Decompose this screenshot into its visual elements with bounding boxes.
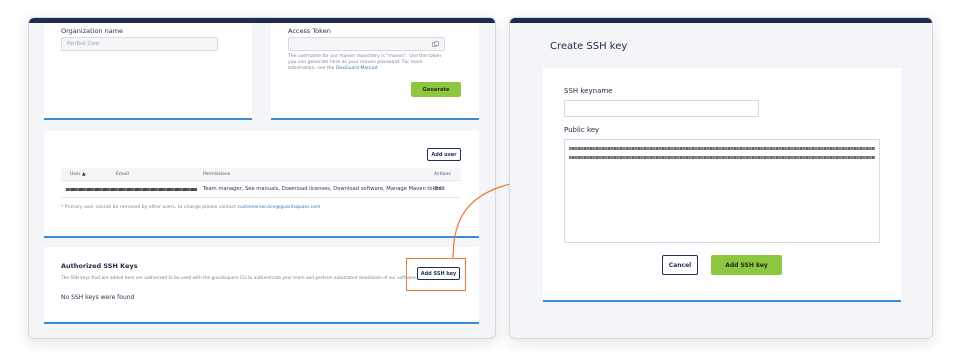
access-token-help: The username for our maven repository is… — [288, 54, 458, 73]
form-accent-line — [543, 300, 901, 302]
modal-title: Create SSH key — [550, 41, 628, 52]
row-permissions: Team manager, See manuals, Download lice… — [203, 186, 442, 192]
edit-user-link[interactable]: Edit — [435, 186, 445, 192]
public-key-textarea[interactable] — [564, 139, 880, 243]
ssh-keys-empty-text: No SSH keys were found — [61, 294, 135, 301]
add-user-button[interactable]: Add user — [427, 148, 461, 161]
dexguard-manual-link[interactable]: DexGuard Manual — [336, 66, 377, 71]
card-accent-line — [44, 322, 479, 324]
right-window: Create SSH key SSH keyname Public key Ca… — [509, 17, 933, 339]
window-topbar — [510, 18, 932, 23]
access-token-card: Access Token The username for our maven … — [271, 23, 479, 120]
organization-name-field[interactable]: PenTest Corp — [61, 37, 218, 51]
organization-name-value: PenTest Corp — [67, 41, 100, 47]
card-accent-line — [44, 236, 479, 238]
redacted-user-email — [66, 188, 197, 191]
card-accent-line — [44, 118, 252, 120]
organization-card: Organization name PenTest Corp — [44, 23, 252, 120]
access-token-field[interactable] — [288, 37, 445, 51]
column-email: Email — [116, 172, 129, 177]
create-ssh-key-form: SSH keyname Public key Cancel Add SSH ke… — [543, 68, 901, 302]
column-user-label: User — [70, 172, 81, 177]
cancel-button[interactable]: Cancel — [662, 255, 698, 275]
public-key-label: Public key — [564, 126, 600, 134]
ssh-keyname-label: SSH keyname — [564, 87, 613, 95]
column-permissions: Permissions — [203, 172, 231, 177]
help-line-3-prefix: information, see the — [288, 66, 336, 72]
public-key-content-line-2 — [569, 156, 875, 159]
help-line-3-suffix: . — [377, 66, 379, 72]
ssh-keys-description: The SSH keys that are added here are aut… — [61, 276, 418, 281]
generate-button[interactable]: Generate — [411, 82, 461, 97]
sort-up-icon: ▲ — [81, 172, 86, 177]
table-header: User ▲ Email Permissions Actions — [61, 168, 461, 181]
users-table: User ▲ Email Permissions Actions Team ma… — [61, 168, 461, 200]
organization-name-label: Organization name — [61, 27, 124, 35]
copy-icon[interactable] — [432, 41, 439, 47]
add-ssh-key-highlight — [406, 258, 466, 291]
add-ssh-key-submit-button[interactable]: Add SSH key — [711, 255, 782, 275]
card-accent-line — [271, 118, 479, 120]
primary-user-footnote: * Primary user cannot be removed by othe… — [61, 205, 461, 211]
table-row: Team manager, See manuals, Download lice… — [61, 181, 461, 198]
customer-service-link[interactable]: customerservice@guardsquare.com — [237, 205, 320, 210]
ssh-keyname-input[interactable] — [564, 100, 759, 117]
users-card: Add user User ▲ Email Permissions Action… — [44, 131, 479, 238]
help-line-3: information, see the DexGuard Manual. — [288, 66, 458, 72]
column-actions: Actions — [434, 172, 451, 177]
access-token-label: Access Token — [288, 27, 331, 35]
footnote-text: * Primary user cannot be removed by othe… — [61, 205, 238, 210]
ssh-keys-title: Authorized SSH Keys — [61, 262, 138, 270]
column-user[interactable]: User ▲ — [70, 172, 86, 177]
public-key-content-line-1 — [569, 147, 875, 150]
